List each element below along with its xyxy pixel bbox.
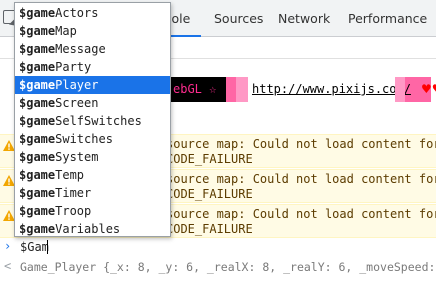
autocomplete-completion: Player [55,78,99,92]
autocomplete-completion: Switches [55,132,113,146]
preview-text: Game_Player {_x: 8, _y: 6, _realX: 8, _r… [20,260,436,274]
pixi-banner-stripe [395,77,405,102]
pixi-banner: ebGL ☆ http://www.pixijs.com/ [166,77,431,102]
console-input[interactable]: $Gam [20,240,49,254]
text-cursor [47,240,48,254]
pixi-link-box: http://www.pixijs.com/ [248,77,411,102]
autocomplete-completion: Actors [55,6,99,20]
warning-message: source map: Could not load content for [166,207,436,221]
autocomplete-completion: Map [55,24,77,38]
warning-message: source map: Could not load content for [166,137,436,151]
console-prompt[interactable]: › $Gam [0,237,436,257]
prompt-caret-icon: › [4,239,12,253]
autocomplete-match: $game [19,6,56,20]
autocomplete-match: $game [19,150,56,164]
autocomplete-item[interactable]: $gameScreen [15,94,170,112]
autocomplete-match: $game [19,60,56,74]
autocomplete-item[interactable]: $gameActors [15,4,170,22]
autocomplete-completion: Timer [55,186,92,200]
autocomplete-item[interactable]: $gameMap [15,22,170,40]
warning-message: source map: Could not load content for [166,172,436,186]
autocomplete-item[interactable]: $gameSelfSwitches [15,112,170,130]
autocomplete-match: $game [19,132,56,146]
autocomplete-match: $game [19,186,56,200]
autocomplete-completion: Screen [55,96,99,110]
eager-evaluation-preview: < Game_Player {_x: 8, _y: 6, _realX: 8, … [0,257,436,277]
autocomplete-item[interactable]: $gameParty [15,58,170,76]
autocomplete-match: $game [19,24,56,38]
tab-network[interactable]: Network [278,0,330,37]
pixi-hearts: ♥♥ [421,82,436,96]
autocomplete-completion: Variables [55,222,121,236]
autocomplete-match: $game [19,114,56,128]
autocomplete-match: $game [19,204,56,218]
autocomplete-item[interactable]: $gameMessage [15,40,170,58]
autocomplete-match: $game [19,78,56,92]
tab-performance[interactable]: Performance [348,0,427,37]
autocomplete-completion: System [55,150,99,164]
autocomplete-completion: Party [55,60,92,74]
pixi-banner-stripe [236,77,248,102]
autocomplete-match: $game [19,168,56,182]
pixi-banner-text: ebGL ☆ [166,77,226,102]
tab-sources[interactable]: Sources [214,0,263,37]
autocomplete-item[interactable]: $gameSystem [15,148,170,166]
autocomplete-item[interactable]: $gameSwitches [15,130,170,148]
autocomplete-item[interactable]: $gameTimer [15,184,170,202]
warning-message-detail: CODE_FAILURE [166,152,253,166]
autocomplete-completion: SelfSwitches [55,114,142,128]
autocomplete-completion: Troop [55,204,92,218]
autocomplete-match: $game [19,42,56,56]
preview-arrow-icon: < [4,259,12,273]
autocomplete-item[interactable]: $gamePlayer [15,76,170,94]
autocomplete-match: $game [19,222,56,236]
autocomplete-item[interactable]: $gameVariables [15,220,170,238]
autocomplete-popup: $gameActors $gameMap $gameMessage $gamePart… [14,2,171,237]
warning-message-detail: CODE_FAILURE [166,222,253,236]
autocomplete-completion: Message [55,42,106,56]
warning-message-detail: CODE_FAILURE [166,187,253,201]
autocomplete-completion: Temp [55,168,85,182]
pixi-link[interactable]: http://www.pixijs.com/ [252,82,411,96]
autocomplete-item[interactable]: $gameTemp [15,166,170,184]
autocomplete-match: $game [19,96,56,110]
autocomplete-item[interactable]: $gameTroop [15,202,170,220]
